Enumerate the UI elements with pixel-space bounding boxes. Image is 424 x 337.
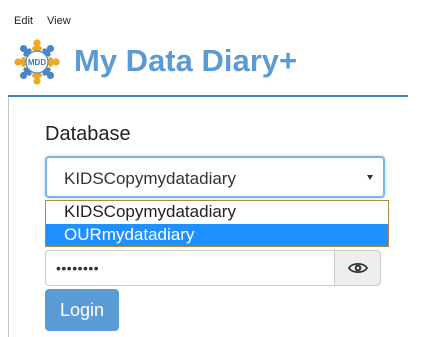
caret-down-icon	[367, 175, 373, 180]
logo-figure-head	[19, 71, 28, 80]
logo-figure-head	[52, 58, 60, 66]
logo-figure-head	[33, 39, 41, 47]
app-logo: MDD	[12, 37, 62, 87]
menu-bar: Edit View	[0, 0, 424, 28]
database-dropdown-list: KIDSCopymydatadiary OURmydatadiary	[45, 200, 389, 247]
database-select-value: KIDSCopymydatadiary	[64, 169, 236, 188]
mdd-logo-icon: MDD	[14, 39, 60, 85]
logo-figure-head	[14, 58, 22, 66]
show-password-button[interactable]	[334, 250, 381, 286]
logo-figure-head	[46, 44, 55, 53]
app-header: MDD My Data Diary+	[0, 28, 408, 95]
database-label: Database	[45, 123, 131, 145]
eye-icon	[348, 262, 368, 274]
password-value: ••••••••	[56, 260, 100, 276]
content-left-border	[8, 97, 9, 337]
database-option-kidscopymydatadiary[interactable]: KIDSCopymydatadiary	[46, 201, 388, 223]
menu-edit[interactable]: Edit	[14, 14, 33, 28]
logo-figure-head	[33, 77, 41, 85]
logo-text: MDD	[28, 58, 46, 67]
database-select[interactable]: KIDSCopymydatadiary	[45, 156, 385, 198]
password-input[interactable]: ••••••••	[45, 250, 334, 286]
menu-view[interactable]: View	[47, 14, 71, 28]
logo-figure-head	[46, 71, 55, 80]
header-divider	[8, 95, 408, 97]
database-option-ourmydatadiary[interactable]: OURmydatadiary	[46, 224, 388, 246]
logo-figure-head	[19, 44, 28, 53]
app-title: My Data Diary+	[74, 43, 298, 78]
login-button[interactable]: Login	[45, 289, 119, 331]
